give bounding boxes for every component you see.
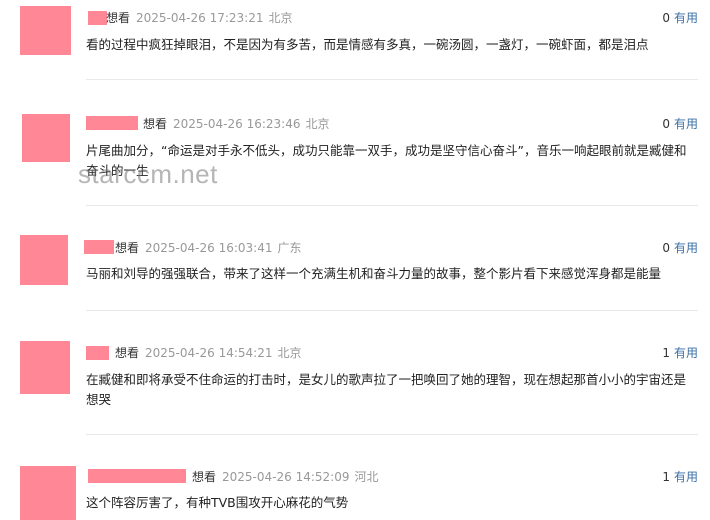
username-redacted[interactable] bbox=[88, 469, 186, 483]
likes: 0 有用 bbox=[662, 10, 698, 26]
watermark: starccm.net bbox=[78, 159, 218, 189]
avatar[interactable] bbox=[20, 6, 71, 55]
comment-text: 在臧健和即将承受不住命运的打击时，是女儿的歌声拉了一把唤回了她的理智，现在想起那… bbox=[86, 372, 687, 407]
likes: 0 有用 bbox=[662, 116, 698, 132]
comment-location: 北京 bbox=[277, 346, 302, 360]
like-count: 0 bbox=[662, 117, 670, 131]
avatar[interactable] bbox=[22, 114, 70, 162]
like-count: 0 bbox=[662, 241, 670, 255]
username-redacted[interactable] bbox=[84, 240, 114, 254]
comment-time: 2025-04-26 16:03:41 bbox=[145, 241, 273, 255]
watch-status: 想看 bbox=[115, 241, 140, 255]
watch-status: 想看 bbox=[143, 117, 168, 131]
comment-meta: 想看 2025-04-26 14:54:21 北京 bbox=[115, 345, 301, 361]
comment-location: 北京 bbox=[305, 117, 330, 131]
comment-text: 这个阵容厉害了，有种TVB围攻开心麻花的气势 bbox=[86, 495, 349, 510]
like-count: 0 bbox=[662, 11, 670, 25]
comment-location: 北京 bbox=[268, 11, 293, 25]
useful-button[interactable]: 有用 bbox=[674, 346, 698, 360]
username-redacted[interactable] bbox=[86, 116, 138, 130]
watch-status: 想看 bbox=[115, 346, 140, 360]
like-count: 1 bbox=[662, 470, 670, 484]
watch-status: 想看 bbox=[106, 11, 131, 25]
comment-time: 2025-04-26 16:23:46 bbox=[173, 117, 301, 131]
divider bbox=[86, 205, 698, 206]
divider bbox=[86, 79, 698, 80]
avatar[interactable] bbox=[20, 341, 70, 394]
comment-meta: 想看 2025-04-26 16:03:41 广东 bbox=[115, 240, 301, 256]
comment-text: 马丽和刘导的强强联合，带来了这样一个充满生机和奋斗力量的故事，整个影片看下来感觉… bbox=[86, 266, 662, 281]
comment-location: 广东 bbox=[277, 241, 302, 255]
likes: 1 有用 bbox=[662, 469, 698, 485]
divider bbox=[86, 310, 698, 311]
comment-location: 河北 bbox=[354, 470, 379, 484]
divider bbox=[86, 434, 698, 435]
likes: 1 有用 bbox=[662, 345, 698, 361]
comment-time: 2025-04-26 17:23:21 bbox=[136, 11, 264, 25]
comment-time: 2025-04-26 14:52:09 bbox=[222, 470, 350, 484]
comment-meta: 想看 2025-04-26 17:23:21 北京 bbox=[106, 10, 292, 26]
comment-text: 看的过程中疯狂掉眼泪，不是因为有多苦，而是情感有多真，一碗汤圆，一盏灯，一碗虾面… bbox=[86, 37, 649, 52]
comment-meta: 想看 2025-04-26 14:52:09 河北 bbox=[192, 469, 378, 485]
username-redacted[interactable] bbox=[86, 346, 109, 360]
comment-meta: 想看 2025-04-26 16:23:46 北京 bbox=[143, 116, 329, 132]
avatar[interactable] bbox=[20, 466, 76, 520]
useful-button[interactable]: 有用 bbox=[674, 241, 698, 255]
useful-button[interactable]: 有用 bbox=[674, 11, 698, 25]
comment-time: 2025-04-26 14:54:21 bbox=[145, 346, 273, 360]
like-count: 1 bbox=[662, 346, 670, 360]
avatar[interactable] bbox=[20, 235, 68, 285]
useful-button[interactable]: 有用 bbox=[674, 117, 698, 131]
username-redacted[interactable] bbox=[88, 11, 107, 25]
likes: 0 有用 bbox=[662, 240, 698, 256]
useful-button[interactable]: 有用 bbox=[674, 470, 698, 484]
watch-status: 想看 bbox=[192, 470, 217, 484]
